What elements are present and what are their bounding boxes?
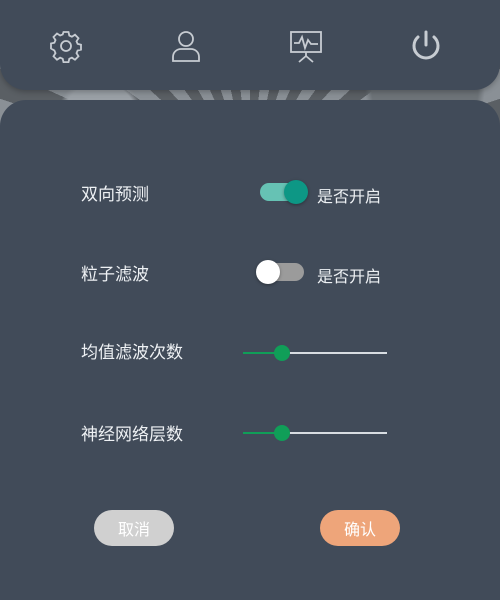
cancel-button[interactable]: 取消: [94, 510, 174, 546]
monitor-chart-icon: [290, 31, 322, 63]
slider-thumb[interactable]: [273, 425, 290, 441]
settings-button[interactable]: [48, 28, 84, 64]
user-icon: [172, 31, 200, 62]
gear-icon: [50, 31, 82, 63]
top-toolbar: [0, 0, 500, 90]
mean-filter-count-slider[interactable]: [243, 345, 387, 361]
settings-panel: 双向预测 是否开启 粒子滤波 是否开启 均值滤波次数 神经网络层数 取消 确认: [0, 100, 500, 600]
toggle-knob: [256, 260, 280, 284]
slider-thumb[interactable]: [273, 345, 290, 361]
bidirectional-prediction-label: 双向预测: [81, 185, 149, 205]
bidirectional-prediction-toggle[interactable]: [260, 180, 308, 204]
particle-filter-toggle-text: 是否开启: [317, 267, 382, 286]
particle-filter-toggle[interactable]: [256, 260, 304, 284]
power-button[interactable]: [408, 28, 444, 64]
monitor-button[interactable]: [288, 28, 324, 64]
power-icon: [412, 30, 440, 60]
nn-layers-slider[interactable]: [243, 425, 387, 441]
user-button[interactable]: [168, 28, 204, 64]
mean-filter-count-label: 均值滤波次数: [81, 343, 183, 363]
toggle-knob: [284, 180, 308, 204]
particle-filter-label: 粒子滤波: [81, 265, 149, 285]
nn-layers-label: 神经网络层数: [81, 425, 183, 445]
confirm-button[interactable]: 确认: [320, 510, 400, 546]
bidirectional-prediction-toggle-text: 是否开启: [317, 187, 382, 206]
